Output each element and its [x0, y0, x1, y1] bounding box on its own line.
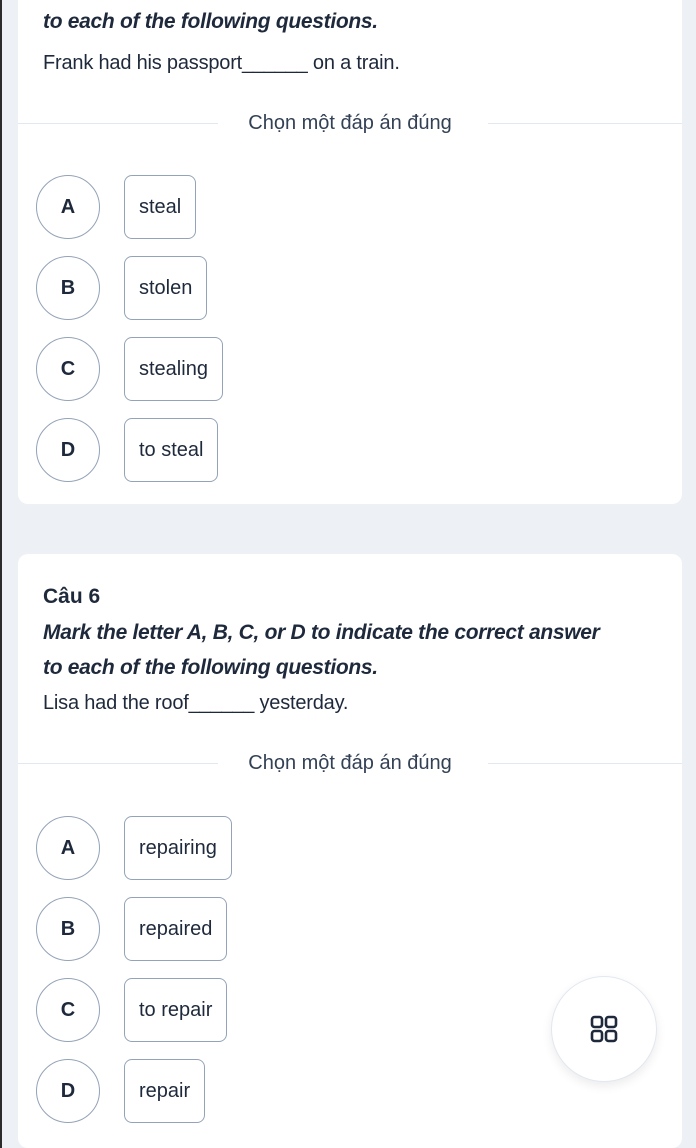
option-b[interactable]: B stolen — [36, 255, 208, 321]
question-sentence: Lisa had the roof______ yesterday. — [43, 692, 349, 714]
option-letter[interactable]: D — [36, 1059, 100, 1123]
window-edge — [0, 0, 2, 1148]
option-text[interactable]: stolen — [124, 256, 208, 320]
option-text[interactable]: stealing — [124, 337, 223, 401]
option-letter[interactable]: B — [36, 897, 100, 961]
option-letter[interactable]: A — [36, 175, 100, 239]
choose-one-label: Chọn một đáp án đúng — [228, 752, 472, 774]
question-sentence: Frank had his passport______ on a train. — [43, 52, 400, 74]
option-text[interactable]: repairing — [124, 816, 232, 880]
option-c[interactable]: C stealing — [36, 336, 223, 402]
option-letter[interactable]: C — [36, 978, 100, 1042]
option-text[interactable]: to steal — [124, 418, 219, 482]
option-b[interactable]: B repaired — [36, 896, 228, 962]
answer-divider: Chọn một đáp án đúng — [18, 112, 682, 134]
question-instruction-line2: to each of the following questions. — [43, 656, 378, 679]
option-letter[interactable]: D — [36, 418, 100, 482]
option-letter[interactable]: B — [36, 256, 100, 320]
question-instruction-line1: Mark the letter A, B, C, or D to indicat… — [43, 621, 600, 644]
grid-icon — [590, 1015, 618, 1043]
option-d[interactable]: D repair — [36, 1058, 206, 1124]
option-letter[interactable]: C — [36, 337, 100, 401]
answer-divider: Chọn một đáp án đúng — [18, 752, 682, 774]
question-instruction: to each of the following questions. — [43, 10, 378, 33]
question-title: Câu 6 — [43, 585, 101, 608]
option-letter[interactable]: A — [36, 816, 100, 880]
option-a[interactable]: A repairing — [36, 815, 232, 881]
option-d[interactable]: D to steal — [36, 417, 219, 483]
option-a[interactable]: A steal — [36, 174, 197, 240]
question-card-5: to each of the following questions. Fran… — [18, 0, 682, 504]
option-c[interactable]: C to repair — [36, 977, 228, 1043]
option-text[interactable]: to repair — [124, 978, 228, 1042]
option-text[interactable]: repaired — [124, 897, 228, 961]
choose-one-label: Chọn một đáp án đúng — [228, 112, 472, 134]
option-text[interactable]: steal — [124, 175, 197, 239]
option-text[interactable]: repair — [124, 1059, 206, 1123]
question-grid-button[interactable] — [551, 976, 657, 1082]
